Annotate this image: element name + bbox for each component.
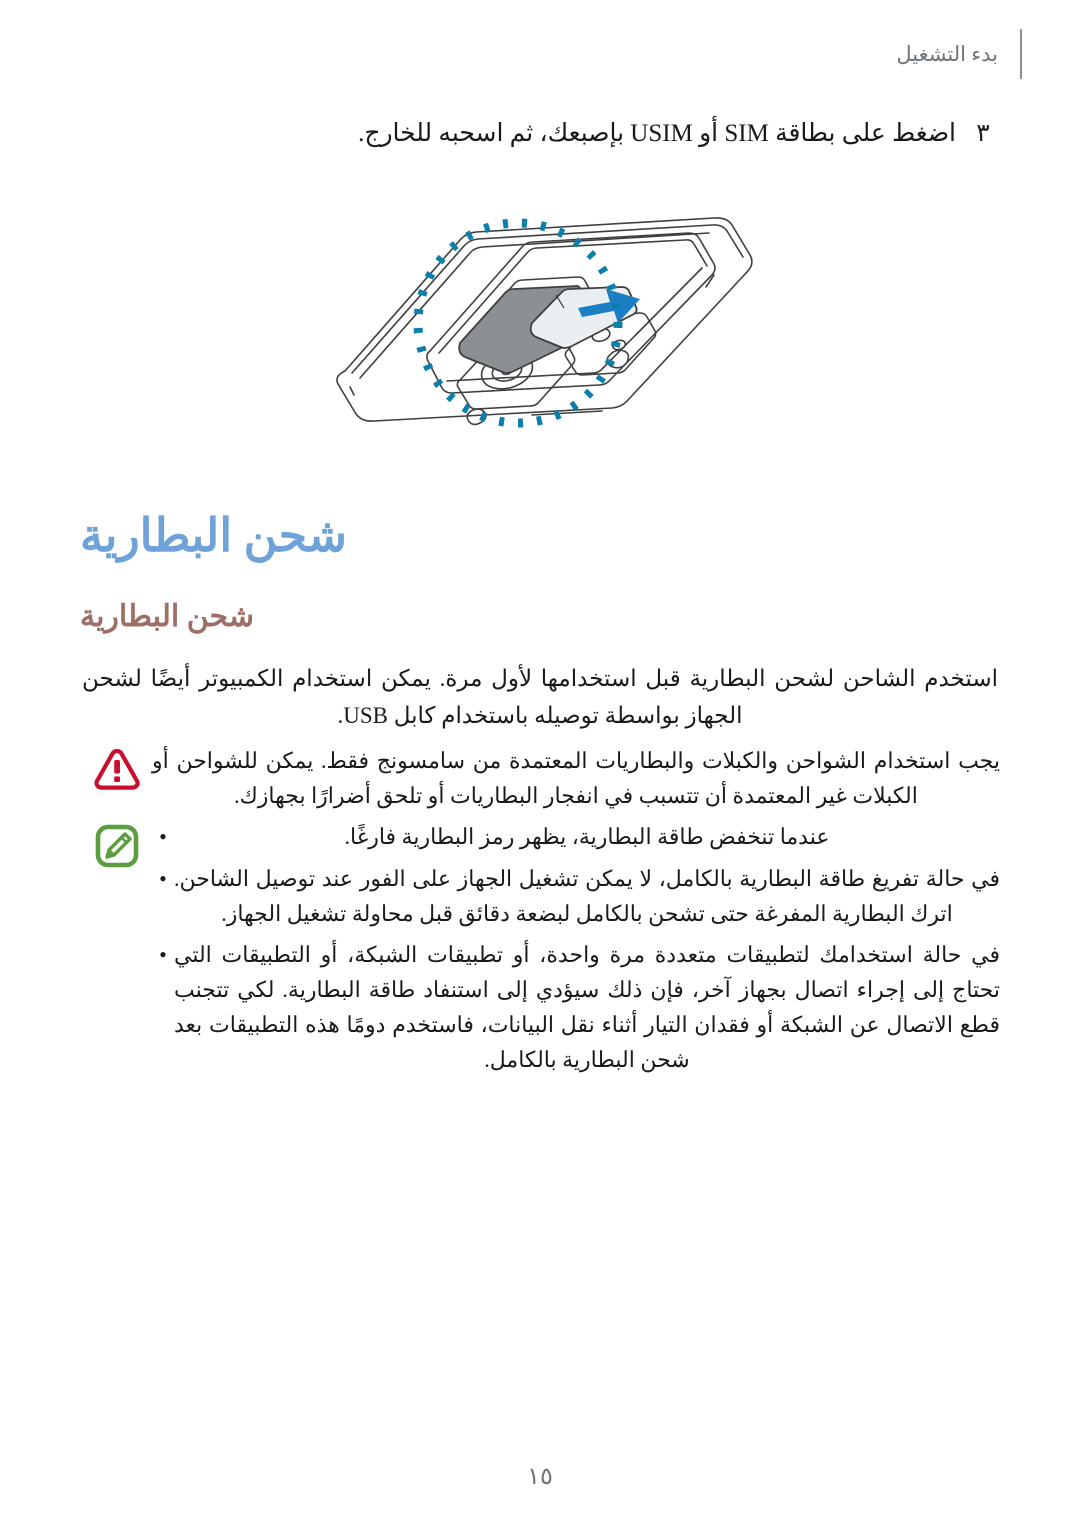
page-header: بدء التشغيل <box>0 26 1080 82</box>
body-paragraph: استخدم الشاحن لشحن البطارية قبل استخدامه… <box>82 666 998 729</box>
header-divider-rule <box>1020 29 1022 79</box>
list-item: في حالة تفريغ طاقة البطارية بالكامل، لا … <box>152 862 1000 932</box>
warning-triangle-icon <box>94 748 140 790</box>
warning-icon-wrap <box>82 744 152 790</box>
page-number: ١٥ <box>527 1464 553 1490</box>
note-icon-wrap <box>82 820 152 868</box>
step-number: ٣ <box>976 120 990 147</box>
warning-text: يجب استخدام الشواحن والكبلات والبطاريات … <box>152 748 1000 808</box>
note-pencil-icon <box>95 824 139 868</box>
step-instruction-text: اضغط على بطاقة SIM أو USIM بإصبعك، ثم اس… <box>358 120 956 147</box>
instruction-step-3: ٣ اضغط على بطاقة SIM أو USIM بإصبعك، ثم … <box>0 116 1080 152</box>
list-item: عندما تنخفض طاقة البطارية، يظهر رمز البط… <box>152 820 1000 855</box>
list-item: في حالة استخدامك لتطبيقات متعددة مرة واح… <box>152 938 1000 1077</box>
bullet-marker: • <box>159 865 167 891</box>
bullet-marker: • <box>159 942 167 968</box>
phone-back-sim-slot-diagram <box>0 172 1080 440</box>
note-callout: عندما تنخفض طاقة البطارية، يظهر رمز البط… <box>82 820 1000 1084</box>
page-title: شحن البطارية <box>80 510 347 561</box>
bullet-marker: • <box>159 824 167 849</box>
note-bullet-list: عندما تنخفض طاقة البطارية، يظهر رمز البط… <box>152 820 1000 1084</box>
header-section-title: بدء التشغيل <box>896 41 998 66</box>
phone-illustration-svg <box>336 217 753 428</box>
warning-callout: يجب استخدام الشواحن والكبلات والبطاريات … <box>82 744 1000 814</box>
section-subtitle: شحن البطارية <box>80 600 255 633</box>
